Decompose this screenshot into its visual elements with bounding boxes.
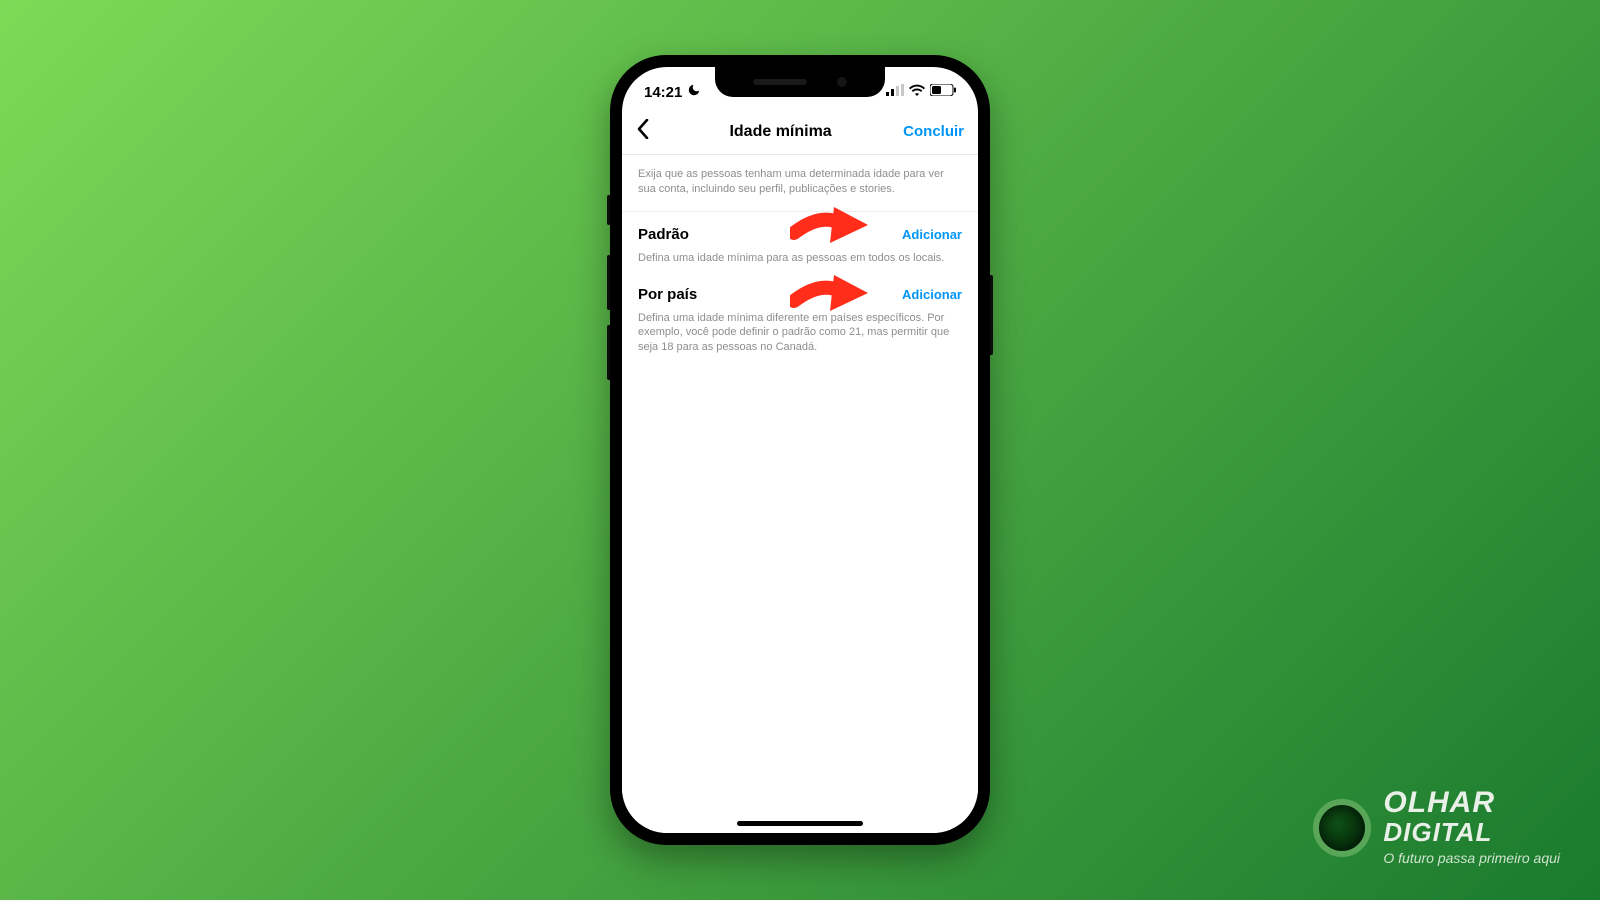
battery-icon <box>930 83 956 101</box>
nav-bar: Idade mínima Concluir <box>622 109 978 155</box>
phone-screen: 14:21 Idade mínima <box>622 67 978 833</box>
section-default-title: Padrão <box>638 226 689 243</box>
speaker-grill <box>753 79 807 85</box>
brand-line2: DIGITAL <box>1383 817 1492 847</box>
brand-line1: OLHAR <box>1383 786 1495 819</box>
brand-watermark: OLHAR DIGITAL O futuro passa primeiro aq… <box>1313 789 1560 866</box>
brand-logo-icon <box>1313 799 1371 857</box>
side-button-power <box>990 275 993 355</box>
intro-text: Exija que as pessoas tenham uma determin… <box>622 155 978 212</box>
content-area: Exija que as pessoas tenham uma determin… <box>622 155 978 833</box>
cellular-icon <box>886 83 904 101</box>
section-by-country-add-button[interactable]: Adicionar <box>902 287 962 302</box>
notch <box>715 67 885 97</box>
section-default-add-button[interactable]: Adicionar <box>902 227 962 242</box>
wifi-icon <box>909 83 925 101</box>
section-default: Padrão Adicionar Defina uma idade mínima… <box>622 212 978 272</box>
front-camera <box>837 77 847 87</box>
section-by-country: Por país Adicionar Defina uma idade míni… <box>622 272 978 362</box>
done-button[interactable]: Concluir <box>903 123 964 140</box>
side-button-volume-down <box>607 325 610 380</box>
phone-frame: 14:21 Idade mínima <box>610 55 990 845</box>
page-title: Idade mínima <box>658 123 903 141</box>
section-by-country-title: Por país <box>638 286 697 303</box>
moon-icon <box>687 83 701 101</box>
home-indicator[interactable] <box>737 821 863 826</box>
side-button-volume-up <box>607 255 610 310</box>
side-button-silence <box>607 195 610 225</box>
brand-name: OLHAR DIGITAL <box>1383 789 1560 846</box>
section-by-country-desc: Defina uma idade mínima diferente em paí… <box>638 311 962 356</box>
status-time: 14:21 <box>644 84 682 101</box>
section-default-desc: Defina uma idade mínima para as pessoas … <box>638 251 962 266</box>
brand-tagline: O futuro passa primeiro aqui <box>1383 850 1560 866</box>
